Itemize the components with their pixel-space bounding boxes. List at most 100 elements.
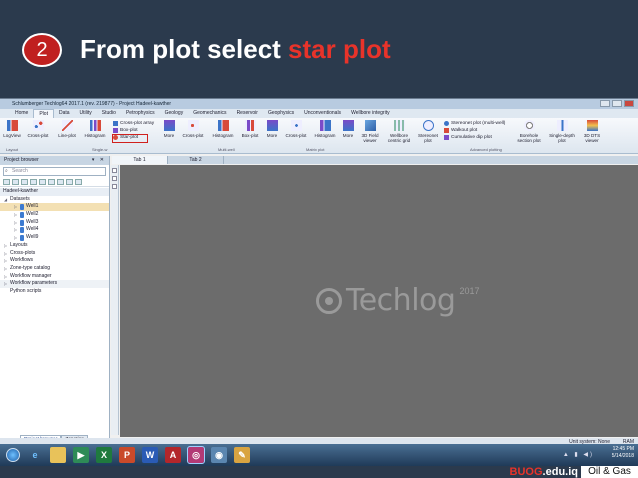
slide-title: From plot select star plot bbox=[80, 34, 391, 65]
tab-geology[interactable]: Geology bbox=[160, 109, 189, 118]
expand-icon: ◢ bbox=[4, 196, 8, 202]
pdf-icon[interactable]: A bbox=[165, 447, 181, 463]
well-icon bbox=[20, 204, 24, 211]
tab-utility[interactable]: Utility bbox=[75, 109, 97, 118]
stereonet-button[interactable]: Stereonet plot bbox=[417, 120, 439, 144]
crossplot-button[interactable]: Cross-plot bbox=[26, 120, 50, 144]
paint-icon[interactable]: ✎ bbox=[234, 447, 250, 463]
logview-icon bbox=[6, 120, 18, 131]
media-player-icon[interactable]: ▶ bbox=[73, 447, 89, 463]
tab-data[interactable]: Data bbox=[54, 109, 75, 118]
tab-home[interactable]: Home bbox=[10, 109, 33, 118]
tool-icon[interactable] bbox=[112, 176, 117, 181]
crossplot-array-button[interactable]: Cross-plot array bbox=[113, 120, 154, 127]
lineplot-button[interactable]: Line-plot bbox=[55, 120, 79, 144]
tool-icon[interactable] bbox=[112, 184, 117, 189]
techlog-logo: Techlog 2017 bbox=[316, 283, 479, 318]
toolbar-icon[interactable] bbox=[21, 179, 28, 185]
tree-item-well[interactable]: ▷ Well1 bbox=[0, 203, 109, 212]
stereonet-multi-button[interactable]: Stereonet plot (multi-well) bbox=[444, 120, 505, 127]
system-tray-icons[interactable]: ▲ ▮ ◀) bbox=[563, 451, 594, 458]
toolbar-icon[interactable] bbox=[57, 179, 64, 185]
tree-item-well[interactable]: ▷ Well4 bbox=[0, 226, 109, 234]
more-button-2[interactable]: More bbox=[264, 120, 280, 144]
project-name[interactable]: Hadeel-kawther bbox=[0, 188, 109, 196]
internet-explorer-icon[interactable]: e bbox=[27, 447, 43, 463]
more-button-3[interactable]: More bbox=[340, 120, 356, 144]
search-input[interactable]: ⌕ Search bbox=[3, 167, 106, 176]
side-tool-strip bbox=[111, 165, 119, 435]
network-icon[interactable]: ◉ bbox=[211, 447, 227, 463]
histogram-multi-icon bbox=[217, 120, 229, 131]
walkout-plot-button[interactable]: Walkout plot bbox=[444, 127, 505, 134]
tree-item-well[interactable]: ▷ Well2 bbox=[0, 211, 109, 219]
tree-item-layouts[interactable]: ▷ Layouts bbox=[0, 242, 109, 250]
boxplot-small-button[interactable]: Box-plot bbox=[113, 127, 154, 134]
tab-studio[interactable]: Studio bbox=[97, 109, 121, 118]
toolbar-icon[interactable] bbox=[39, 179, 46, 185]
windows-start-icon[interactable] bbox=[6, 448, 20, 462]
tab-unconventionals[interactable]: Unconventionals bbox=[299, 109, 346, 118]
crossplot-multi-icon bbox=[187, 120, 199, 131]
boxplot-multi-button[interactable]: Box-plot bbox=[239, 120, 261, 144]
tab-petrophysics[interactable]: Petrophysics bbox=[121, 109, 160, 118]
dts-viewer-button[interactable]: 3D DTS viewer bbox=[580, 120, 604, 144]
toolbar-icon[interactable] bbox=[75, 179, 82, 185]
toolbar-icon[interactable] bbox=[66, 179, 73, 185]
more-button-1[interactable]: More bbox=[160, 120, 178, 144]
crossplot-multi-button[interactable]: Cross-plot bbox=[180, 120, 206, 144]
dts-icon bbox=[586, 120, 598, 131]
group-label-advanced: Advanced plotting bbox=[470, 147, 502, 152]
system-clock[interactable]: 12:45 PM 5/14/2018 bbox=[612, 446, 634, 460]
techlog-taskbar-icon[interactable]: ◎ bbox=[187, 446, 205, 464]
field-3d-viewer-button[interactable]: 3D Field viewer bbox=[358, 120, 382, 144]
tab-reservoir[interactable]: Reservoir bbox=[232, 109, 263, 118]
panel-controls[interactable]: ▾ ✕ bbox=[92, 156, 106, 165]
tab-geomechanics[interactable]: Geomechanics bbox=[188, 109, 231, 118]
tree-item-workflow-parameters[interactable]: ▷ Workflow parameters bbox=[0, 280, 109, 288]
well-icon bbox=[20, 234, 24, 241]
tree-item-well[interactable]: ▷ Well3 bbox=[0, 219, 109, 227]
tree-item-workflow-manager[interactable]: ▷ Workflow manager bbox=[0, 273, 109, 281]
tree-item-well[interactable]: ▷ Well9 bbox=[0, 234, 109, 242]
toolbar-icon[interactable] bbox=[30, 179, 37, 185]
techlog-window: Schlumberger Techlog64 2017.1 (rev. 2198… bbox=[0, 98, 638, 456]
borehole-section-button[interactable]: Borehole section plot bbox=[514, 120, 544, 144]
logview-button[interactable]: LogView bbox=[2, 120, 22, 144]
histogram-multi-button[interactable]: Histogram bbox=[210, 120, 236, 144]
collapse-icon: ▷ bbox=[4, 242, 8, 248]
cumulative-dip-button[interactable]: Cumulative dip plot bbox=[444, 134, 505, 141]
tree-item-workflows[interactable]: ▷ Workflows bbox=[0, 257, 109, 265]
doc-tab-2[interactable]: Tab 2 bbox=[168, 156, 224, 164]
word-icon[interactable]: W bbox=[142, 447, 158, 463]
minimize-icon[interactable] bbox=[600, 100, 610, 107]
collapse-icon: ▷ bbox=[4, 258, 8, 264]
crossplot-matrix-button[interactable]: Cross-plot bbox=[284, 120, 308, 144]
toolbar-icon[interactable] bbox=[3, 179, 10, 185]
well-icon bbox=[20, 219, 24, 226]
tab-plot[interactable]: Plot bbox=[33, 108, 54, 119]
search-icon: ⌕ bbox=[5, 168, 8, 174]
toolbar-icon[interactable] bbox=[12, 179, 19, 185]
tree-item-cross-plots[interactable]: ▷ Cross-plots bbox=[0, 250, 109, 258]
collapse-icon: ▷ bbox=[4, 273, 8, 279]
histogram-matrix-button[interactable]: Histogram bbox=[312, 120, 338, 144]
tab-geophysics[interactable]: Geophysics bbox=[263, 109, 299, 118]
close-icon[interactable] bbox=[624, 100, 634, 107]
toolbar-icon[interactable] bbox=[48, 179, 55, 185]
doc-tab-1[interactable]: Tab 1 bbox=[112, 156, 168, 164]
single-depth-button[interactable]: Single-depth plot bbox=[548, 120, 576, 144]
maximize-icon[interactable] bbox=[612, 100, 622, 107]
tool-icon[interactable] bbox=[112, 168, 117, 173]
file-explorer-icon[interactable] bbox=[50, 447, 66, 463]
tree-item-python-scripts[interactable]: Python scripts bbox=[0, 288, 109, 296]
histogram-button[interactable]: Histogram bbox=[82, 120, 108, 144]
lineplot-icon bbox=[61, 120, 73, 131]
powerpoint-icon[interactable]: P bbox=[119, 447, 135, 463]
tree-item-datasets[interactable]: ◢ Datasets bbox=[0, 196, 109, 204]
tab-wellbore-integrity[interactable]: Wellbore integrity bbox=[346, 109, 395, 118]
workspace-canvas[interactable]: Techlog 2017 bbox=[120, 165, 638, 437]
tree-item-zone-type-catalog[interactable]: ▷ Zone-type catalog bbox=[0, 265, 109, 273]
excel-icon[interactable]: X bbox=[96, 447, 112, 463]
wellbore-centric-grid-button[interactable]: Wellbore centric grid bbox=[385, 120, 413, 144]
